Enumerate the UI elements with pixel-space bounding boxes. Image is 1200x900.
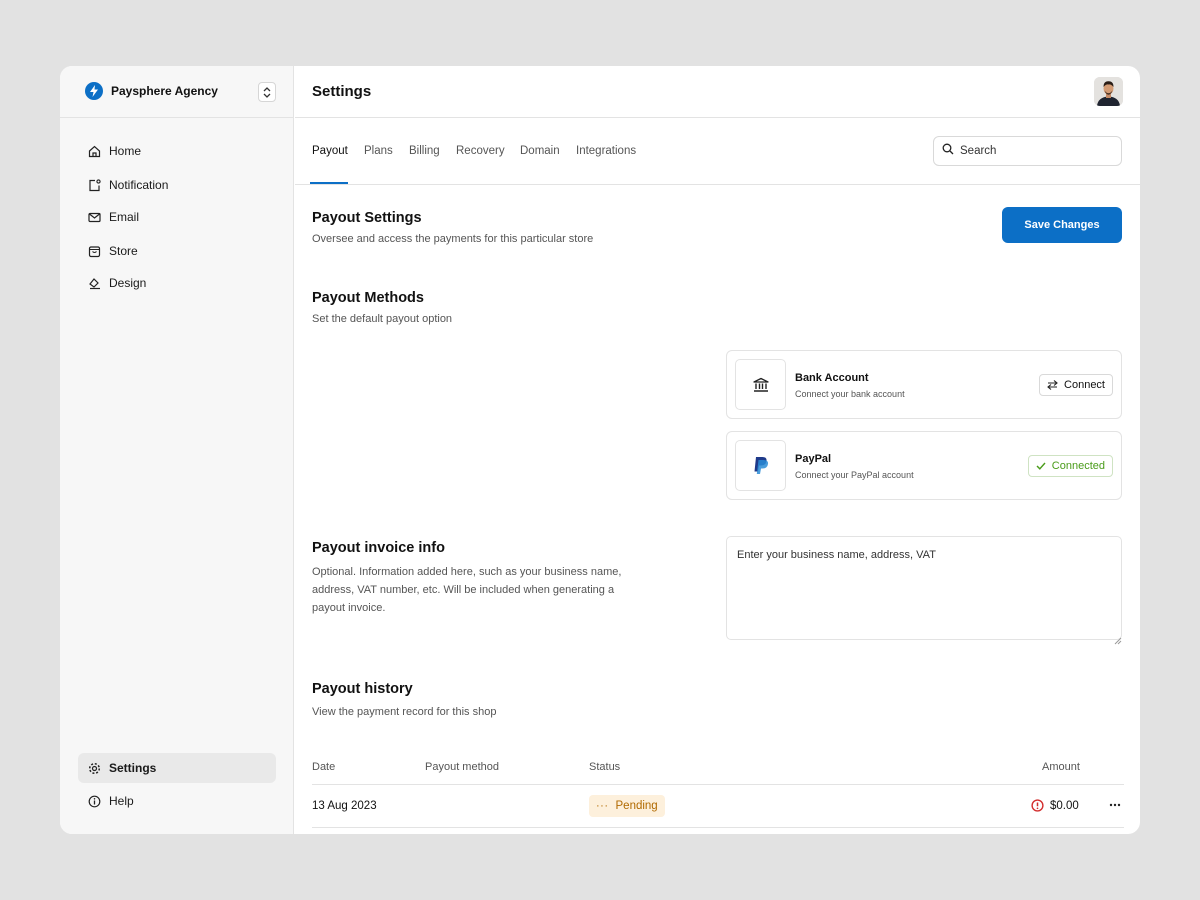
- top-header: Settings: [295, 66, 1140, 118]
- payout-methods-title: Payout Methods: [312, 290, 424, 306]
- method-description: Connect your PayPal account: [795, 470, 914, 480]
- gear-icon: [87, 761, 101, 775]
- sidebar-item-notification[interactable]: Notification: [78, 170, 276, 200]
- sidebar-item-design[interactable]: Design: [78, 268, 276, 298]
- search-box[interactable]: [933, 136, 1122, 166]
- tab-recovery[interactable]: Recovery: [456, 145, 505, 157]
- invoice-subtitle-line: payout invoice.: [312, 602, 386, 614]
- sidebar-item-label: Notification: [109, 178, 169, 192]
- row-amount: $0.00: [1050, 800, 1079, 812]
- sidebar-item-store[interactable]: Store: [78, 236, 276, 266]
- sidebar-item-settings[interactable]: Settings: [78, 753, 276, 783]
- resize-handle-icon[interactable]: [1114, 632, 1122, 645]
- column-header-status: Status: [589, 761, 621, 773]
- org-name: Paysphere Agency: [111, 84, 218, 98]
- swap-icon: [1047, 380, 1058, 390]
- sidebar-item-label: Help: [109, 794, 134, 808]
- invoice-subtitle-line: Optional. Information added here, such a…: [312, 566, 622, 578]
- store-icon: [87, 244, 101, 258]
- paypal-card: PayPal Connect your PayPal account Conne…: [726, 431, 1122, 500]
- bank-icon: [735, 359, 786, 410]
- status-label: Pending: [615, 800, 658, 812]
- tab-payout[interactable]: Payout: [312, 145, 348, 157]
- sidebar-item-label: Store: [109, 244, 138, 258]
- tab-domain[interactable]: Domain: [520, 145, 560, 157]
- payout-settings-title: Payout Settings: [312, 210, 422, 226]
- column-header-amount: Amount: [1042, 761, 1080, 773]
- status-badge: ··· Pending: [589, 795, 665, 817]
- history-title: Payout history: [312, 681, 413, 697]
- column-header-date: Date: [312, 761, 336, 773]
- history-subtitle: View the payment record for this shop: [312, 706, 497, 718]
- mail-icon: [87, 210, 101, 224]
- invoice-title: Payout invoice info: [312, 540, 445, 556]
- sidebar-item-label: Home: [109, 144, 142, 158]
- sidebar-item-home[interactable]: Home: [78, 136, 276, 166]
- design-icon: [87, 276, 101, 290]
- more-options-icon[interactable]: [1107, 798, 1123, 812]
- connect-label: Connect: [1064, 379, 1105, 391]
- sidebar-item-help[interactable]: Help: [78, 786, 276, 816]
- invoice-info-textarea[interactable]: [726, 536, 1122, 640]
- alert-icon: [1031, 799, 1044, 817]
- payout-settings-subtitle: Oversee and access the payments for this…: [312, 233, 594, 245]
- lightning-icon: [85, 82, 103, 100]
- tab-plans[interactable]: Plans: [364, 145, 393, 157]
- search-icon: [942, 142, 954, 160]
- tab-billing[interactable]: Billing: [409, 145, 440, 157]
- home-icon: [87, 144, 101, 158]
- org-switcher[interactable]: Paysphere Agency: [60, 66, 293, 118]
- check-icon: [1036, 462, 1046, 470]
- connect-button[interactable]: Connect: [1039, 374, 1113, 396]
- row-date: 13 Aug 2023: [312, 800, 377, 812]
- active-tab-indicator: [310, 182, 348, 184]
- sidebar-item-email[interactable]: Email: [78, 202, 276, 232]
- avatar[interactable]: [1094, 77, 1123, 106]
- invoice-subtitle-line: address, VAT number, etc. Will be includ…: [312, 584, 615, 596]
- sidebar-item-label: Design: [109, 276, 147, 290]
- page-title: Settings: [312, 83, 372, 100]
- sidebar: Paysphere Agency Home Notification Email: [60, 66, 294, 834]
- chevron-updown-icon[interactable]: [258, 82, 276, 102]
- table-divider: [312, 784, 1124, 785]
- method-description: Connect your bank account: [795, 389, 905, 399]
- notification-icon: [87, 178, 101, 192]
- app-window: Paysphere Agency Home Notification Email: [60, 66, 1140, 834]
- paypal-icon: [735, 440, 786, 491]
- column-header-method: Payout method: [425, 761, 499, 773]
- method-name: Bank Account: [795, 372, 869, 384]
- payout-methods-subtitle: Set the default payout option: [312, 313, 453, 325]
- table-divider: [312, 827, 1124, 828]
- save-changes-button[interactable]: Save Changes: [1002, 207, 1122, 243]
- connected-button[interactable]: Connected: [1027, 455, 1113, 477]
- tab-integrations[interactable]: Integrations: [576, 145, 636, 157]
- search-input[interactable]: [960, 145, 1110, 157]
- invoice-subtitle: Optional. Information added here, such a…: [312, 563, 632, 617]
- bank-account-card: Bank Account Connect your bank account C…: [726, 350, 1122, 419]
- connected-label: Connected: [1051, 460, 1105, 472]
- info-icon: [87, 794, 101, 808]
- pending-dots-icon: ···: [596, 800, 609, 812]
- sidebar-item-label: Settings: [109, 761, 157, 775]
- settings-tabs: Payout Plans Billing Recovery Domain Int…: [295, 119, 1140, 185]
- method-name: PayPal: [795, 453, 832, 465]
- sidebar-item-label: Email: [109, 210, 140, 224]
